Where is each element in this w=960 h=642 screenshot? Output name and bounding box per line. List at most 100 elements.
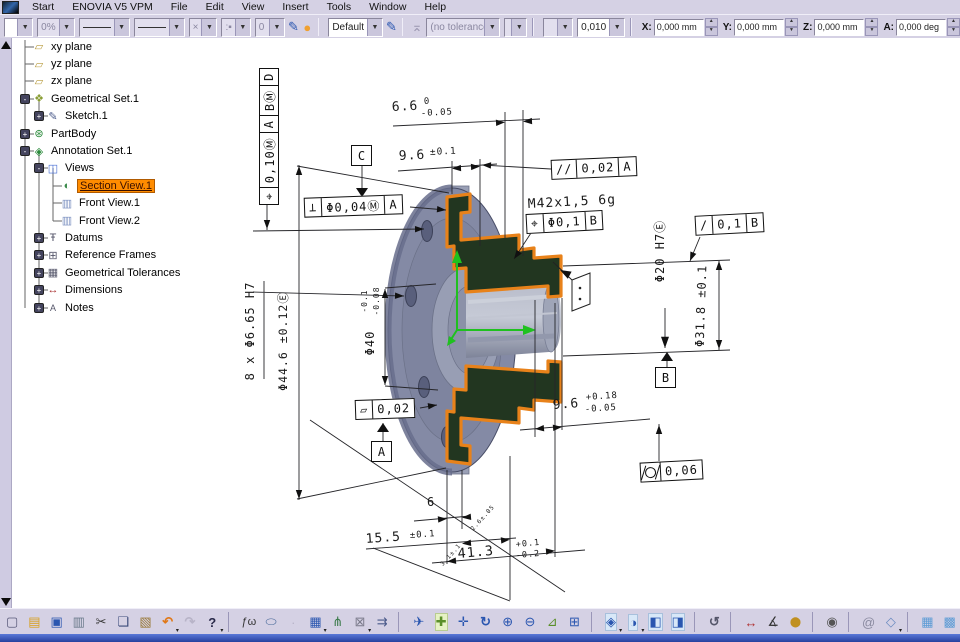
tree-expander[interactable] (20, 59, 30, 69)
toolbar-icon[interactable]: ⊕ (498, 612, 518, 632)
tree-expander[interactable]: - (20, 94, 30, 104)
chevron-down-icon[interactable]: ▼ (269, 19, 284, 36)
toolbar-icon[interactable] (398, 612, 406, 632)
toolbar-icon[interactable] (730, 612, 738, 632)
dim-phi20[interactable]: Φ20 H7Ⓔ (653, 220, 667, 282)
toolbar-icon[interactable]: ▦ (917, 612, 937, 632)
point-symbol-combo[interactable]: ×▼ (189, 18, 218, 37)
toolbar-icon[interactable]: ✈ (409, 612, 429, 632)
chevron-down-icon[interactable]: ▼ (557, 19, 572, 36)
fcf-position-thread[interactable]: ⌖ Φ0,1 B (526, 210, 604, 234)
toolbar-icon[interactable]: ⊠ ▾ (350, 612, 370, 632)
menu-item[interactable]: Help (415, 1, 455, 13)
toolbar-icon[interactable]: ◉ (822, 612, 842, 632)
menu-item[interactable]: Window (360, 1, 415, 13)
dim-9.6-bottom[interactable]: 9.6 (552, 396, 579, 413)
fcf-parallelism[interactable]: ∕∕ 0,02 A (551, 156, 637, 180)
tree-expander[interactable] (20, 76, 30, 86)
tree-item-label[interactable]: Reference Frames (63, 249, 158, 261)
toolbar-icon[interactable] (228, 612, 236, 632)
chevron-down-icon[interactable]: ▼ (609, 19, 624, 36)
tree-item[interactable]: ▱ zx plane (0, 73, 240, 90)
toolbar-icon[interactable]: ✂ (91, 612, 111, 632)
toolbar-icon[interactable]: ∡ (763, 612, 783, 632)
tree-item[interactable]: + ⊞ Reference Frames (0, 247, 240, 264)
tree-item[interactable]: ▥ Front View.1 (0, 195, 240, 212)
toolbar-icon[interactable]: ▩ (940, 612, 960, 632)
thread-spec[interactable]: M42x1,5 6g (527, 192, 616, 212)
tolerance-combo[interactable]: (no tolerance)▼ (426, 18, 500, 37)
toolbar-icon[interactable]: ↔ (741, 612, 761, 632)
toolbar-icon[interactable] (591, 612, 599, 632)
tree-item-label[interactable]: Section View.1 (77, 179, 155, 193)
spinner[interactable]: ▲▼ (947, 18, 960, 36)
coordinate-input[interactable]: 0,000 mm (734, 19, 784, 36)
tree-item[interactable]: ▱ xy plane (0, 38, 240, 55)
tree-item-label[interactable]: Views (63, 162, 96, 174)
fcf-flatness[interactable]: ▱ 0,02 (355, 398, 416, 420)
style-painter-icon[interactable]: ✎ (386, 18, 397, 36)
menu-item[interactable]: File (162, 1, 197, 13)
tree-expander[interactable]: + (34, 285, 44, 295)
toolbar-icon[interactable]: ◑ ▾ (623, 612, 643, 632)
tree-expander[interactable]: - (34, 163, 44, 173)
toolbar-icon[interactable]: · (283, 612, 303, 632)
toolbar-icon[interactable]: ↷ (180, 612, 200, 632)
tree-item[interactable]: + A Notes (0, 299, 240, 316)
tree-item[interactable]: + ✎ Sketch.1 (0, 108, 240, 125)
tree-item[interactable]: + ↔ Dimensions (0, 281, 240, 298)
tree-expander[interactable]: + (34, 268, 44, 278)
tree-item-label[interactable]: Geometrical Tolerances (63, 267, 182, 279)
toolbar-icon[interactable]: ⬭ (261, 612, 281, 632)
tree-item[interactable]: - ◫ Views (0, 160, 240, 177)
tree-item-label[interactable]: Sketch.1 (63, 110, 110, 122)
style-combo[interactable]: Default▼ (328, 18, 383, 37)
fcf-perpendicularity[interactable]: ⊥ Φ0,04Ⓜ A (304, 194, 403, 217)
tree-item-label[interactable]: Dimensions (63, 284, 124, 296)
painter-icon[interactable]: ✎ (288, 18, 299, 36)
dim-phi44.6[interactable]: Φ44.6 ±0.12Ⓔ (276, 291, 290, 391)
tree-item-label[interactable]: yz plane (49, 58, 94, 70)
wizard-icon[interactable]: ● (302, 18, 313, 36)
toolbar-icon[interactable]: ✛ (453, 612, 473, 632)
toolbar-icon[interactable] (907, 612, 915, 632)
dim-8x-holes[interactable]: 8 x Φ6.65 H7 (243, 282, 257, 381)
chevron-down-icon[interactable]: ▼ (235, 19, 250, 36)
toolbar-icon[interactable]: ▧ (135, 612, 155, 632)
toolbar-icon[interactable] (694, 612, 702, 632)
tree-expander[interactable] (48, 198, 58, 208)
tree-expander[interactable] (48, 181, 58, 191)
fcf-cylindricity[interactable]: 0,06 (640, 459, 704, 482)
tree-item-label[interactable]: PartBody (49, 128, 98, 140)
tree-item[interactable]: - ◈ Annotation Set.1 (0, 142, 240, 159)
menu-item[interactable]: ENOVIA V5 VPM (63, 1, 162, 13)
toolbar-icon[interactable]: @ (858, 612, 878, 632)
chevron-down-icon[interactable]: ▼ (484, 19, 499, 36)
tree-item-label[interactable]: Notes (63, 302, 96, 314)
tree-item-label[interactable]: zx plane (49, 75, 94, 87)
coordinate-input[interactable]: 0,000 mm (814, 19, 864, 36)
menu-item[interactable]: View (233, 1, 274, 13)
tree-expander[interactable]: + (20, 129, 30, 139)
chevron-down-icon[interactable]: ▼ (17, 19, 32, 36)
line-type-combo[interactable]: ▼ (79, 18, 130, 37)
toolbar-icon[interactable]: ↻ (475, 612, 495, 632)
chevron-down-icon[interactable]: ▼ (114, 19, 129, 36)
toolbar-icon[interactable]: ◨ (668, 612, 688, 632)
clamp-icon[interactable]: ⌅ (411, 18, 422, 36)
dim-phi31.8[interactable]: Φ31.8 ±0.1 (693, 265, 710, 348)
dim-6.6[interactable]: 6.6 (391, 99, 418, 115)
tree-expander[interactable] (48, 216, 58, 226)
tree-expander[interactable]: - (20, 146, 30, 156)
toolbar-icon[interactable] (812, 612, 820, 632)
tree-item-label[interactable]: Annotation Set.1 (49, 145, 134, 157)
dim-phi40[interactable]: Φ40 (363, 331, 377, 356)
chevron-down-icon[interactable]: ▼ (201, 19, 216, 36)
spinner[interactable]: ▲▼ (705, 18, 718, 36)
tree-item[interactable]: - ❖ Geometrical Set.1 (0, 90, 240, 107)
fcf-runout[interactable]: ∕ 0,1 B (695, 212, 765, 236)
menu-item[interactable]: Tools (318, 1, 361, 13)
datum-c[interactable]: C (351, 145, 372, 166)
toolbar-icon[interactable]: ⋔ (328, 612, 348, 632)
toolbar-icon[interactable]: ◇ ▾ (881, 612, 901, 632)
